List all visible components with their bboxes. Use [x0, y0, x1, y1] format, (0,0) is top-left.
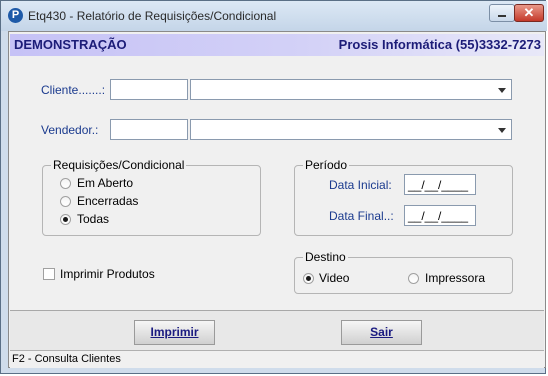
data-inicial-label: Data Inicial:	[329, 178, 392, 192]
vendedor-code-input[interactable]	[110, 119, 188, 140]
company-info: Prosis Informática (55)3332-7273	[338, 37, 541, 52]
radio-encerradas[interactable]	[60, 196, 71, 207]
sair-button[interactable]: Sair	[341, 320, 422, 345]
imprimir-produtos-checkbox[interactable]	[43, 268, 55, 280]
vendedor-name-combo[interactable]	[190, 119, 512, 140]
radio-impressora[interactable]	[408, 273, 419, 284]
header-banner: DEMONSTRAÇÃO Prosis Informática (55)3332…	[10, 34, 544, 56]
cliente-code-input[interactable]	[110, 79, 188, 100]
data-final-input[interactable]: __/__/____	[404, 205, 476, 226]
demo-label: DEMONSTRAÇÃO	[14, 37, 127, 52]
imprimir-produtos-label[interactable]: Imprimir Produtos	[60, 267, 155, 281]
close-button[interactable]: ✕	[514, 4, 544, 22]
report-window: P Etq430 - Relatório de Requisições/Cond…	[0, 0, 547, 374]
cliente-label: Cliente.......:	[41, 83, 106, 97]
radio-todas[interactable]	[60, 214, 71, 225]
radio-video-label[interactable]: Video	[319, 271, 349, 285]
radio-em-aberto[interactable]	[60, 178, 71, 189]
radio-todas-label[interactable]: Todas	[77, 212, 109, 226]
status-bar: F2 - Consulta Clientes	[10, 350, 544, 368]
cliente-name-combo[interactable]	[190, 79, 512, 100]
chevron-down-icon[interactable]	[498, 88, 506, 93]
requisicoes-group: Requisições/Condicional Em Aberto Encerr…	[42, 158, 261, 236]
radio-em-aberto-label[interactable]: Em Aberto	[77, 176, 133, 190]
periodo-title: Período	[303, 158, 350, 172]
minimize-icon	[498, 15, 506, 17]
close-icon: ✕	[523, 5, 535, 20]
data-final-label: Data Final..:	[329, 209, 394, 223]
vendedor-label: Vendedor.:	[41, 123, 99, 137]
form-area: DEMONSTRAÇÃO Prosis Informática (55)3332…	[8, 31, 546, 368]
app-icon: P	[8, 8, 23, 23]
destino-group: Destino Video Impressora	[294, 250, 513, 294]
periodo-group: Período Data Inicial: __/__/____ Data Fi…	[294, 158, 513, 236]
data-inicial-input[interactable]: __/__/____	[404, 174, 476, 195]
button-panel: Imprimir Sair	[10, 310, 544, 351]
minimize-button[interactable]	[489, 4, 515, 22]
radio-video[interactable]	[303, 273, 314, 284]
window-title: Etq430 - Relatório de Requisições/Condic…	[28, 9, 277, 23]
requisicoes-title: Requisições/Condicional	[51, 158, 187, 172]
status-text: F2 - Consulta Clientes	[12, 353, 121, 365]
radio-impressora-label[interactable]: Impressora	[425, 271, 485, 285]
chevron-down-icon[interactable]	[498, 128, 506, 133]
radio-encerradas-label[interactable]: Encerradas	[77, 194, 138, 208]
imprimir-button[interactable]: Imprimir	[134, 320, 215, 345]
title-bar[interactable]: P Etq430 - Relatório de Requisições/Cond…	[1, 1, 547, 31]
destino-title: Destino	[303, 250, 348, 264]
